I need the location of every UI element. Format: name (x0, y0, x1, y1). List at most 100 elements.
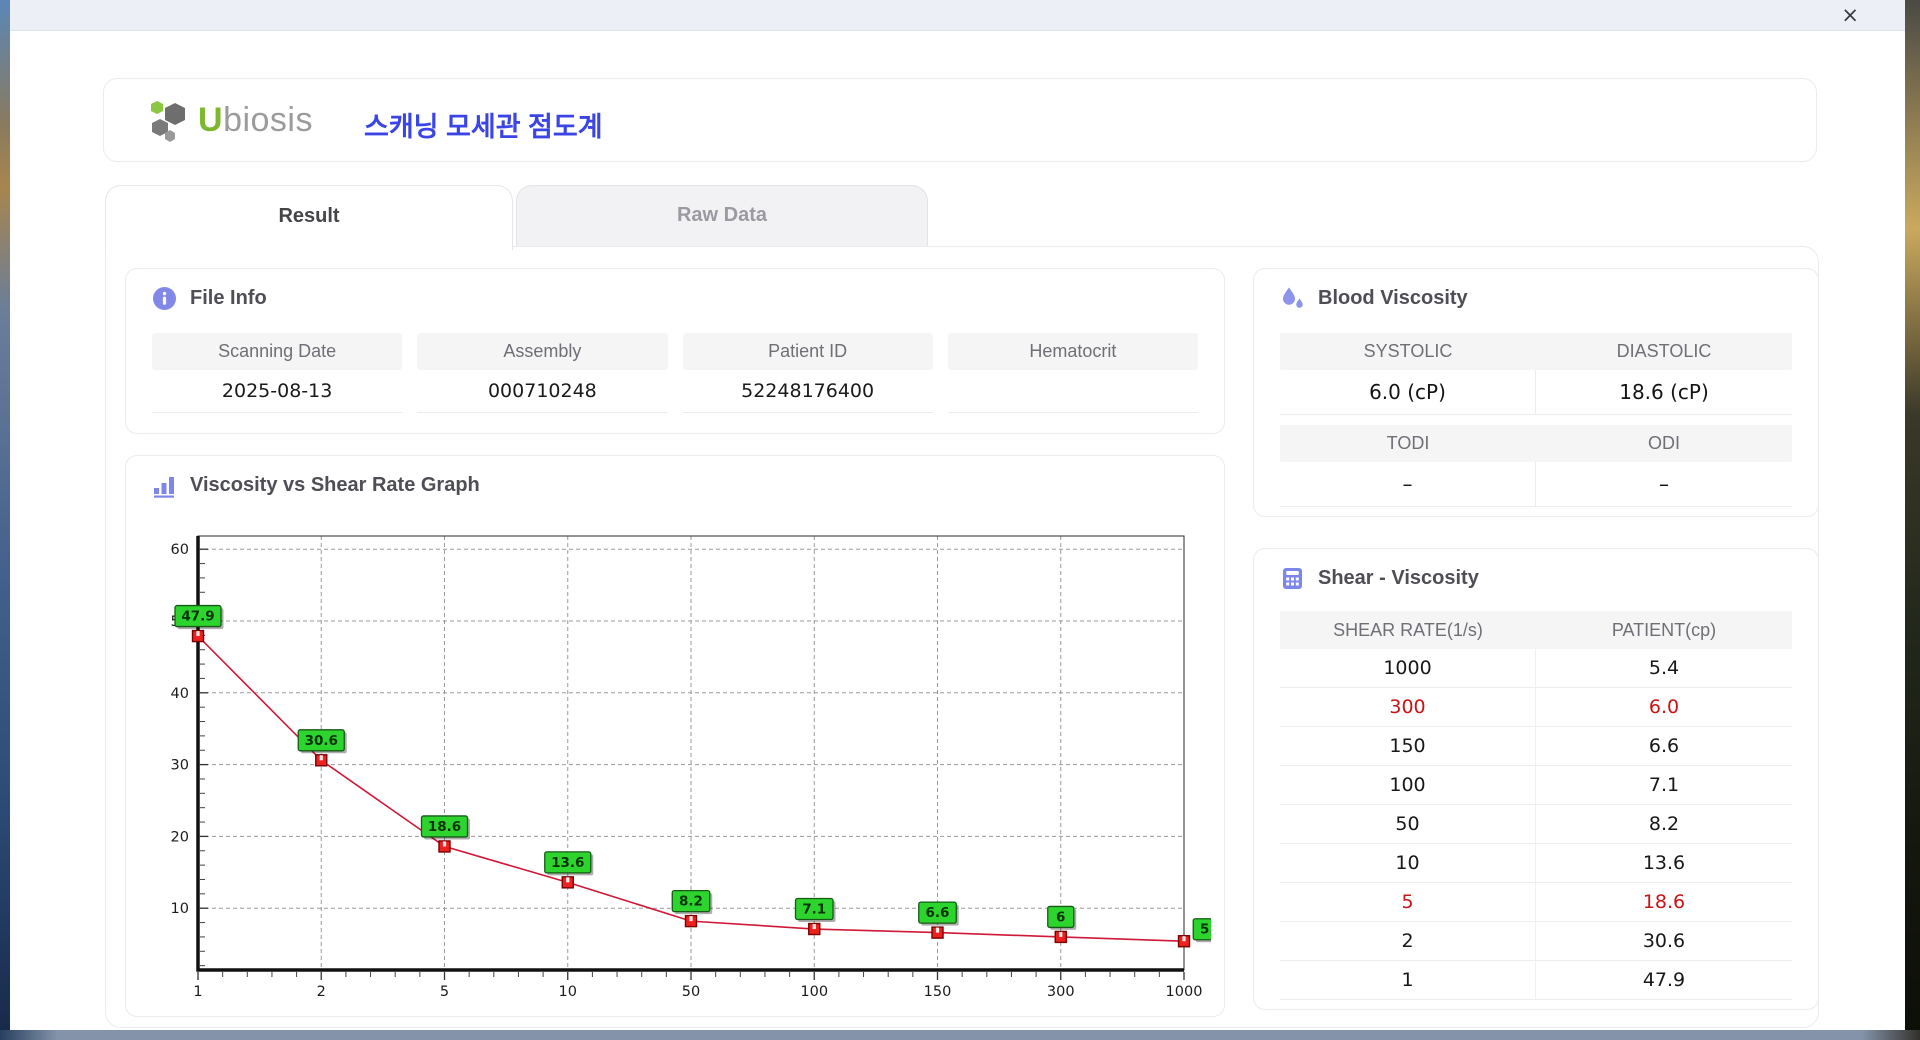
chart-point-label: 8.2 (679, 894, 703, 910)
blood-viscosity-header-row: TODI ODI (1280, 425, 1792, 462)
desktop-wallpaper-left (0, 0, 10, 1040)
chart-point-label: 5.4 (1200, 922, 1211, 938)
shear-rate-cell: 2 (1280, 922, 1536, 960)
metric-label: SYSTOLIC (1363, 341, 1453, 361)
shear-table-row: 1 47.9 (1280, 961, 1792, 1000)
field-label: Hematocrit (947, 333, 1198, 370)
chart-marker-notch (935, 927, 940, 933)
blood-viscosity-value-row: – – (1280, 462, 1792, 507)
shear-rate-cell: 1000 (1280, 649, 1536, 687)
y-tick-label: 60 (171, 542, 189, 558)
tab-raw-data[interactable]: Raw Data (516, 185, 928, 248)
metric-label: TODI (1386, 433, 1430, 453)
file-info-card: File Info Scanning Date 2025-08-13 Assem… (125, 268, 1225, 434)
patient-viscosity-cell: 6.0 (1648, 696, 1680, 718)
chart-marker-notch (689, 916, 693, 922)
hexagon-logo-icon (151, 101, 185, 142)
shear-table-row: 10 13.6 (1280, 844, 1792, 883)
water-drops-icon (1283, 287, 1303, 308)
patient-viscosity-cell: 5.4 (1648, 657, 1680, 679)
chart-marker-notch (812, 924, 816, 930)
blood-viscosity-row-group: SYSTOLIC DIASTOLIC 6.0 (cP) 18.6 (cP) (1280, 333, 1792, 425)
x-tick-label: 1000 (1166, 984, 1203, 1000)
field-label: Scanning Date (152, 333, 403, 370)
patient-viscosity-cell: 47.9 (1642, 969, 1686, 991)
chart-marker-notch (442, 841, 447, 847)
graph-title: Viscosity vs Shear Rate Graph (190, 474, 480, 496)
metric-value: 18.6 (cP) (1619, 380, 1709, 404)
chart-marker-notch (566, 877, 570, 883)
blood-viscosity-value-row: 6.0 (cP) 18.6 (cP) (1280, 370, 1792, 415)
shear-rate-cell: 5 (1280, 883, 1536, 921)
file-info-field: Assembly 000710248 (417, 333, 668, 413)
chart-point-label: 7.1 (802, 902, 826, 918)
shear-viscosity-header: Shear - Viscosity (1280, 566, 1479, 591)
graph-card: Viscosity vs Shear Rate Graph 10 20 30 40 50… (125, 455, 1225, 1017)
chart-point-label: 18.6 (428, 819, 461, 835)
field-value: 000710248 (417, 370, 668, 413)
chart-marker-notch (1059, 931, 1063, 937)
metric-label: DIASTOLIC (1616, 341, 1712, 361)
chart-marker-notch (196, 631, 200, 637)
tab-result[interactable]: Result (105, 185, 513, 250)
patient-viscosity-cell: 13.6 (1642, 852, 1686, 874)
shear-rate-cell: 10 (1280, 844, 1536, 882)
patient-column-header: PATIENT(cp) (1611, 619, 1717, 640)
y-tick-label: 40 (171, 686, 189, 702)
blood-viscosity-title: Blood Viscosity (1318, 287, 1468, 309)
blood-viscosity-row-group: TODI ODI – – (1280, 425, 1792, 517)
shear-table-row: 50 8.2 (1280, 805, 1792, 844)
patient-viscosity-cell: 8.2 (1648, 813, 1680, 835)
field-value: 2025-08-13 (152, 370, 403, 413)
field-value (947, 370, 1198, 413)
x-tick-label: 150 (924, 984, 952, 1000)
chart-point-label: 47.9 (181, 609, 214, 625)
taskbar-strip (0, 1030, 1920, 1040)
chart-point-label: 6 (1056, 909, 1065, 925)
shear-table-body: 1000 5.4 300 6.0 150 6.6 100 7.1 50 8.2 … (1280, 649, 1792, 1000)
blood-viscosity-card: Blood Viscosity SYSTOLIC DIASTOLIC 6.0 (… (1253, 268, 1819, 517)
close-icon[interactable]: × (1841, 3, 1859, 27)
viscosity-chart: 1020304050601251050100150300100047.930.6… (171, 535, 1211, 1000)
file-info-field: Scanning Date 2025-08-13 (152, 333, 403, 413)
metric-value: – (1280, 462, 1536, 506)
y-tick-label: 20 (171, 829, 189, 845)
info-icon (153, 287, 176, 310)
graph-header: Viscosity vs Shear Rate Graph (152, 473, 480, 498)
y-tick-label: 10 (171, 901, 189, 917)
desktop-wallpaper-right (1905, 0, 1920, 1040)
shear-rate-cell: 1 (1280, 961, 1536, 999)
shear-table-row: 150 6.6 (1280, 727, 1792, 766)
field-label: Assembly (417, 333, 668, 370)
blood-viscosity-header: Blood Viscosity (1280, 286, 1468, 311)
logo-text-u: U (198, 101, 224, 139)
patient-viscosity-cell: 18.6 (1642, 891, 1686, 913)
app-title-korean: 스캐닝 모세관 점도계 (364, 112, 603, 142)
shear-table-row: 2 30.6 (1280, 922, 1792, 961)
shear-rate-cell: 100 (1280, 766, 1536, 804)
logo-text: Ubiosis (198, 96, 313, 144)
x-tick-label: 1 (193, 984, 202, 1000)
file-info-field: Hematocrit (947, 333, 1198, 413)
file-info-fields: Scanning Date 2025-08-13 Assembly 000710… (152, 333, 1198, 413)
shear-viscosity-title: Shear - Viscosity (1318, 567, 1479, 589)
shear-table-row: 100 7.1 (1280, 766, 1792, 805)
shear-rate-cell: 300 (1280, 688, 1536, 726)
field-value: 52248176400 (682, 370, 933, 413)
app-window: Ubiosis 스캐닝 모세관 점도계 Result Raw Data File… (10, 30, 1905, 1030)
x-tick-label: 300 (1047, 984, 1075, 1000)
x-tick-label: 100 (800, 984, 828, 1000)
file-info-title: File Info (190, 287, 267, 309)
logo-text-rest: biosis (223, 101, 313, 139)
ubiosis-logo: Ubiosis (146, 96, 313, 144)
window-titlebar: × (10, 0, 1905, 31)
shear-rate-cell: 150 (1280, 727, 1536, 765)
blood-viscosity-header-row: SYSTOLIC DIASTOLIC (1280, 333, 1792, 370)
shear-table-row: 5 18.6 (1280, 883, 1792, 922)
metric-value: – (1659, 472, 1669, 496)
file-info-header: File Info (152, 286, 267, 311)
x-tick-label: 50 (682, 984, 700, 1000)
x-tick-label: 2 (317, 984, 326, 1000)
